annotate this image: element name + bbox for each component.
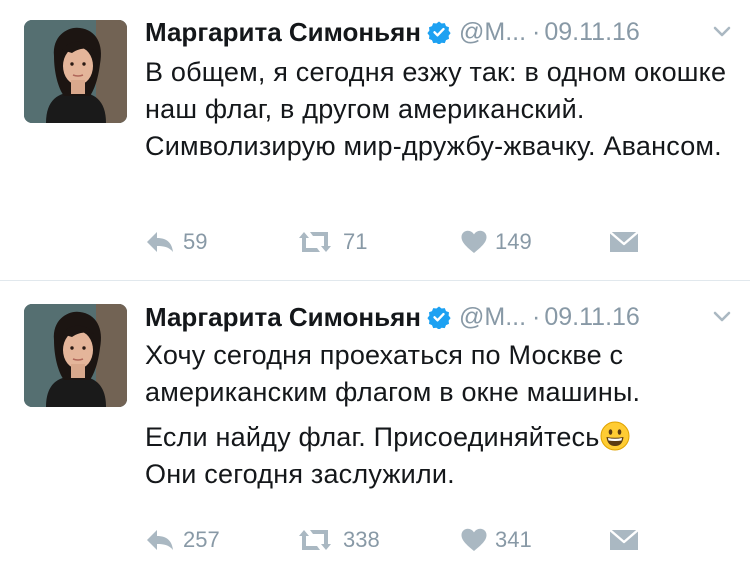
direct-message-button[interactable] [609,226,639,258]
tweet-paragraph-text: Если найду флаг. Присоединяйтесь [145,422,600,452]
tweet-header: Маргарита Симоньян @M... · 09.11.16 [145,14,732,50]
reply-count: 257 [183,527,220,552]
author-handle[interactable]: @M... [459,18,526,47]
tweet-text: В общем, я сегодня езжу так: в одном око… [145,54,735,165]
author-handle[interactable]: @M... [459,303,526,332]
tweet-date[interactable]: 09.11.16 [544,18,639,47]
like-button[interactable]: 341 [461,524,532,556]
retweet-count: 338 [343,527,380,552]
verified-badge-icon [427,305,451,329]
chevron-down-icon[interactable] [712,22,732,42]
like-button[interactable]: 149 [461,226,532,258]
tweet-actions: 257 338 341 [145,524,665,556]
verified-badge-icon [427,20,451,44]
separator-dot: · [532,17,541,46]
tweet-paragraph: Если найду флаг. Присоединяйтесь Они сего… [145,419,735,493]
avatar[interactable] [24,20,127,123]
envelope-icon [609,528,639,552]
reply-button[interactable]: 59 [145,226,207,258]
avatar[interactable] [24,304,127,407]
like-count: 341 [495,527,532,552]
like-count: 149 [495,229,532,254]
reply-button[interactable]: 257 [145,524,220,556]
retweet-button[interactable]: 71 [295,226,367,258]
retweet-icon [295,528,335,552]
tweet[interactable]: Маргарита Симоньян @M... · 09.11.16 В об… [0,0,750,280]
tweet[interactable]: Маргарита Симоньян @M... · 09.11.16 Хочу… [0,280,750,566]
chevron-down-icon[interactable] [712,307,732,327]
envelope-icon [609,230,639,254]
tweet-actions: 59 71 149 [145,226,665,258]
tweet-text: Хочу сегодня проехаться по Москве с амер… [145,337,735,493]
separator-dot: · [532,302,541,331]
retweet-count: 71 [343,229,368,254]
direct-message-button[interactable] [609,524,639,556]
tweet-paragraph: Хочу сегодня проехаться по Москве с амер… [145,340,641,407]
reply-icon [145,528,175,552]
retweet-icon [295,230,335,254]
tweet-date[interactable]: 09.11.16 [544,303,639,332]
reply-count: 59 [183,229,208,254]
heart-icon [461,528,487,552]
retweet-button[interactable]: 338 [295,524,380,556]
author-name[interactable]: Маргарита Симоньян [145,17,421,48]
heart-icon [461,230,487,254]
author-name[interactable]: Маргарита Симоньян [145,302,421,333]
reply-icon [145,230,175,254]
tweet-paragraph-text: Они сегодня заслужили. [145,459,455,489]
grinning-face-emoji-icon [600,421,630,451]
tweet-paragraph: В общем, я сегодня езжу так: в одном око… [145,57,727,161]
tweet-header: Маргарита Симоньян @M... · 09.11.16 [145,299,732,335]
